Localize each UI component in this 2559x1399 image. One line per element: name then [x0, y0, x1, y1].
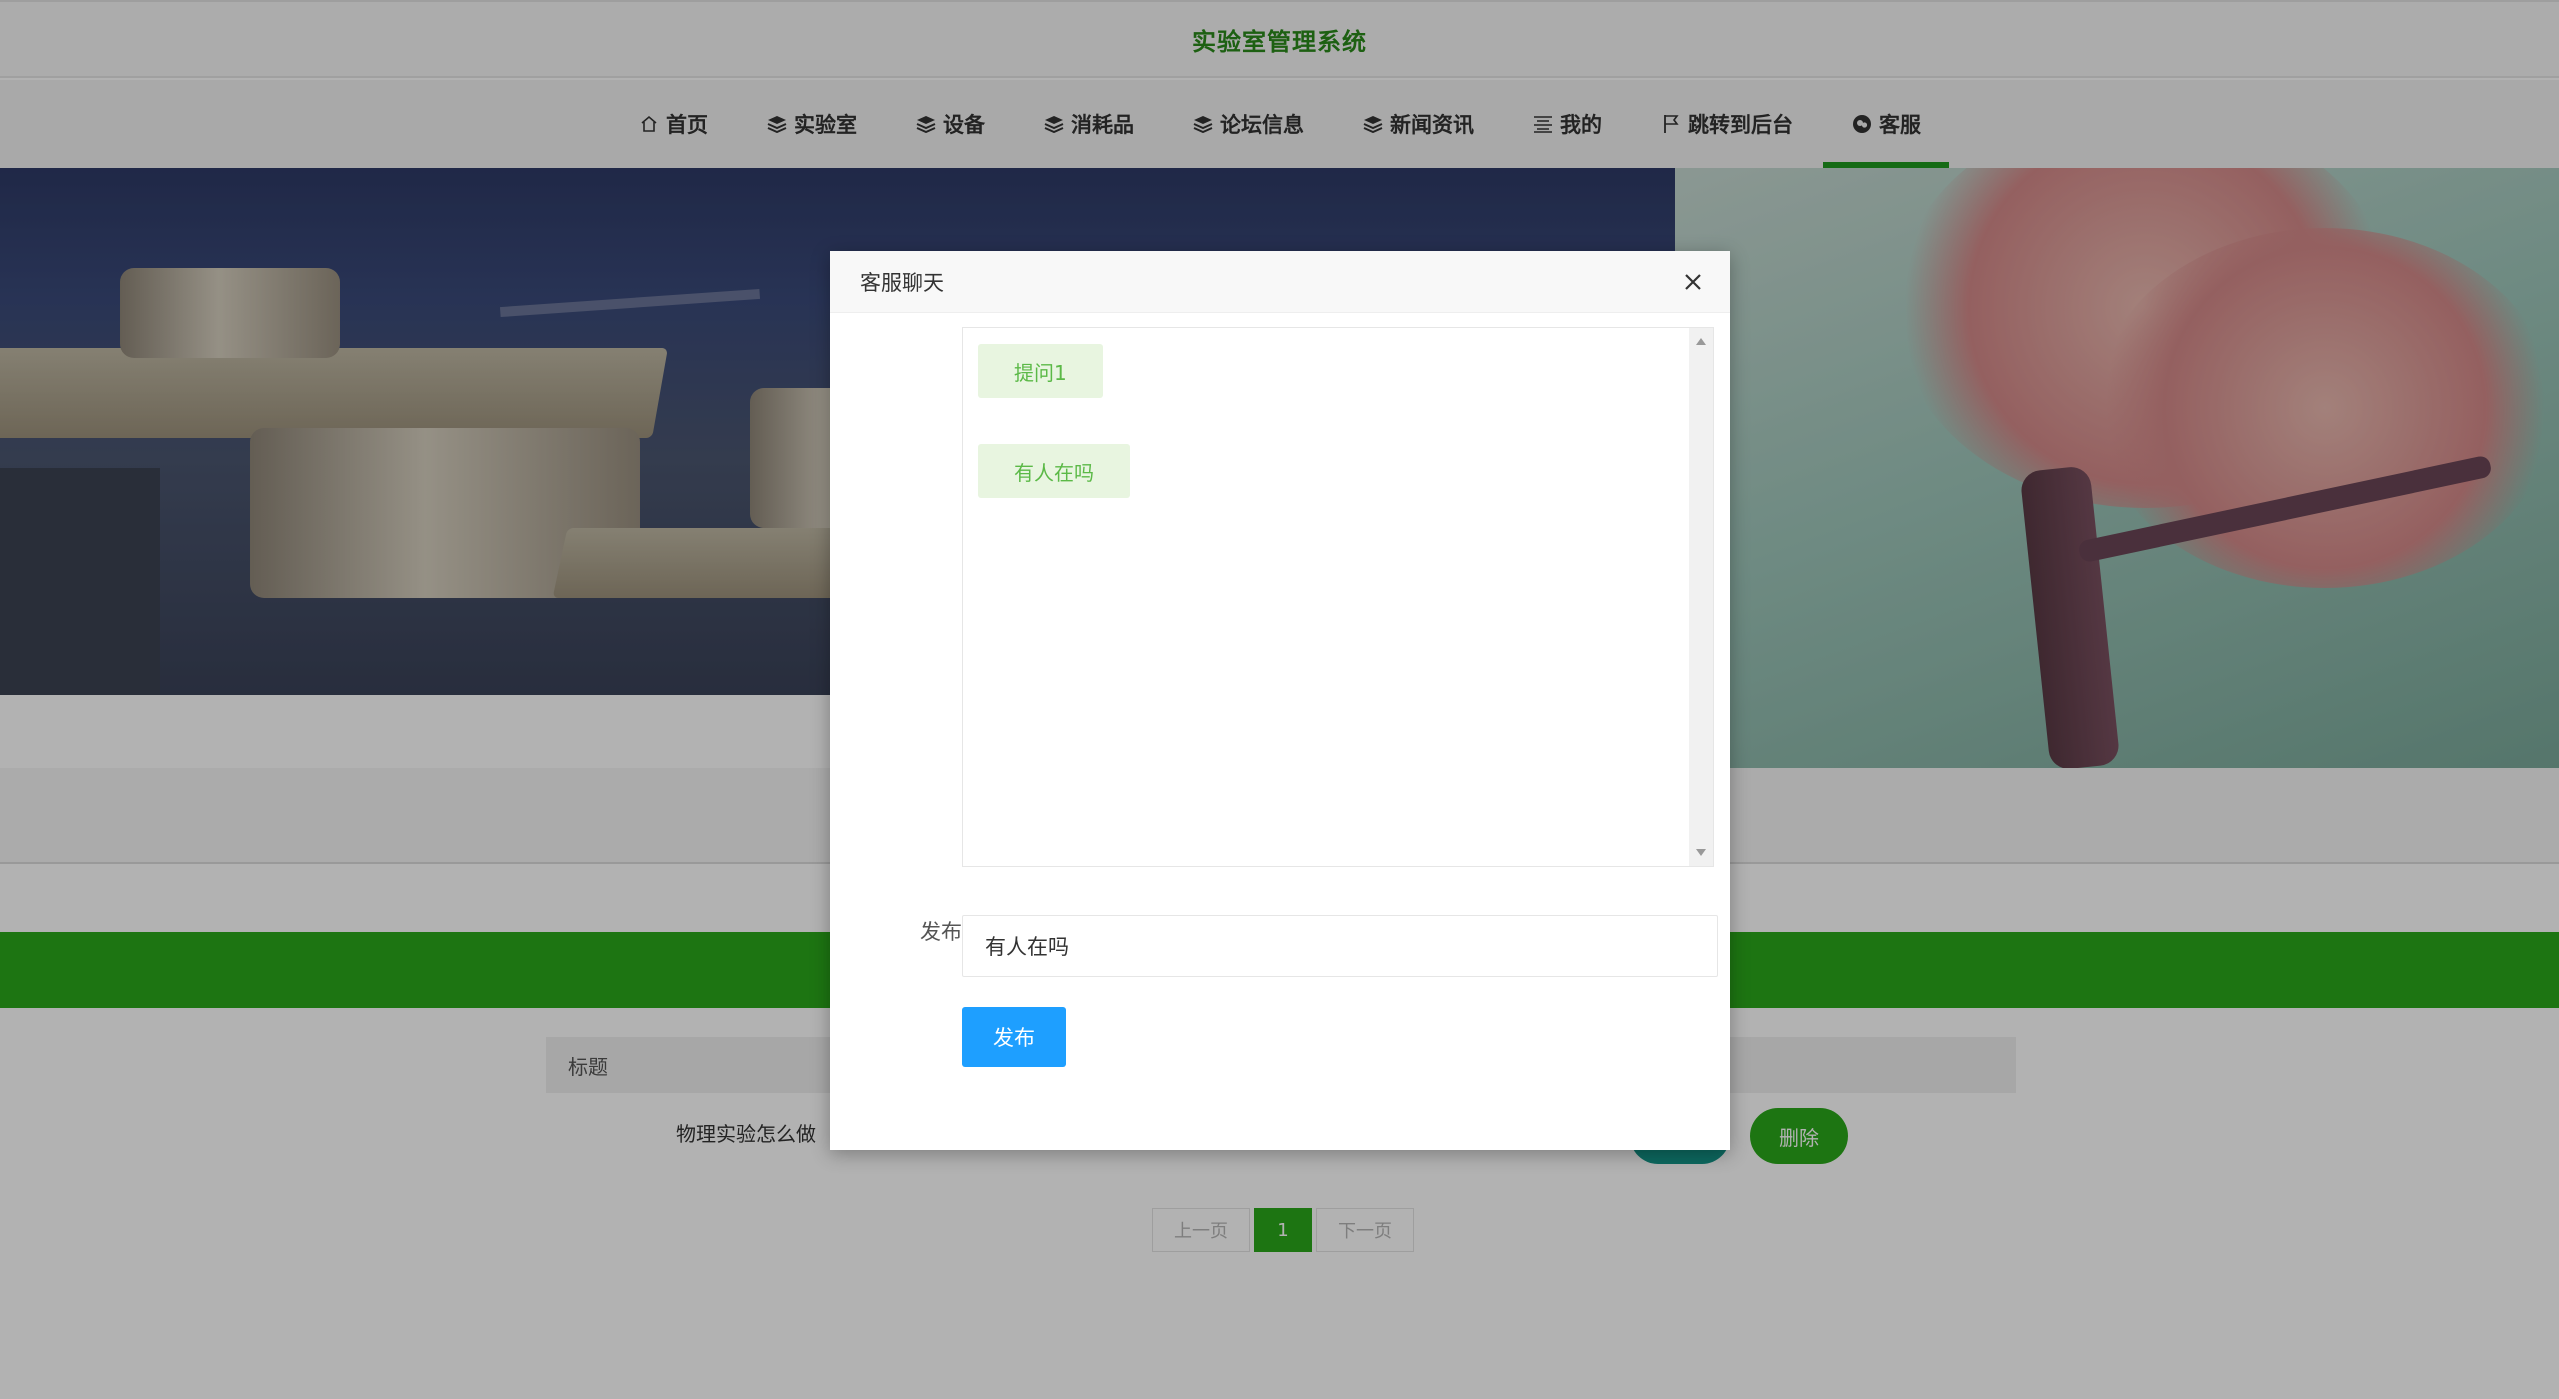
close-icon[interactable]	[1678, 267, 1708, 297]
dialog-header: 客服聊天	[830, 251, 1730, 313]
chat-scrollbar[interactable]	[1689, 328, 1713, 866]
dialog-title: 客服聊天	[860, 270, 944, 295]
scroll-up-icon[interactable]	[1696, 338, 1706, 345]
scroll-down-icon[interactable]	[1696, 849, 1706, 856]
chat-dialog: 客服聊天 提问1 有人在吗 发布 发布	[830, 251, 1730, 1150]
chat-message: 有人在吗	[978, 444, 1130, 498]
publish-label: 发布	[920, 920, 962, 944]
message-input[interactable]	[962, 915, 1718, 977]
chat-messages[interactable]: 提问1 有人在吗	[962, 327, 1714, 867]
chat-message: 提问1	[978, 344, 1103, 398]
publish-button[interactable]: 发布	[962, 1007, 1066, 1067]
